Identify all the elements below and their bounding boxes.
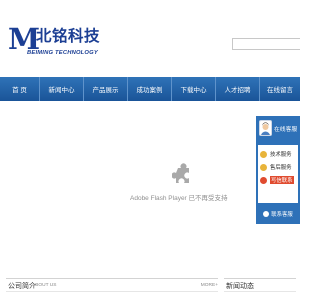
- avatar: [259, 120, 272, 136]
- service-item-label: 技术服务: [270, 152, 292, 158]
- news-title: 新闻动态: [226, 283, 254, 290]
- banner-flash-area: [0, 101, 300, 271]
- company-intro-panel: 公司简介 ABOUT US MORE+: [6, 278, 218, 300]
- news-body: [224, 291, 296, 302]
- nav-item-products[interactable]: 产品展示: [84, 77, 128, 101]
- contact-service-label: 联系客服: [271, 212, 293, 218]
- service-header: 在线客服: [256, 116, 300, 144]
- site-header: M 北铭科技 BEIMING TECHNOLOGY: [0, 0, 300, 74]
- news-panel: 新闻动态: [224, 278, 296, 300]
- company-intro-body: [6, 291, 218, 302]
- service-title: 在线客服: [274, 127, 298, 133]
- service-item-badge: 写信联系: [270, 176, 294, 184]
- nav-item-jobs[interactable]: 人才招聘: [216, 77, 260, 101]
- service-item-label: 售后服务: [270, 165, 292, 171]
- nav-item-news[interactable]: 新闻中心: [40, 77, 84, 101]
- nav-item-cases[interactable]: 成功案例: [128, 77, 172, 101]
- service-list: 技术服务 售后服务 写信联系: [258, 145, 298, 203]
- search-input[interactable]: [232, 38, 300, 50]
- qq-icon: [260, 163, 267, 171]
- service-item-tech[interactable]: 技术服务: [260, 149, 296, 159]
- more-link[interactable]: MORE+: [201, 283, 218, 288]
- company-intro-subtitle: ABOUT US: [32, 283, 57, 288]
- puzzle-piece-icon: [172, 163, 189, 183]
- logo-name-en: BEIMING TECHNOLOGY: [27, 50, 98, 56]
- flash-unsupported-message: Adobe Flash Player 已不再受支持: [130, 195, 228, 202]
- service-item-aftersales[interactable]: 售后服务: [260, 162, 296, 172]
- chat-icon: [263, 211, 270, 217]
- nav-item-home[interactable]: 首 页: [0, 77, 40, 101]
- service-item-qq[interactable]: 写信联系: [260, 175, 296, 185]
- logo-name-cn: 北铭科技: [36, 26, 101, 45]
- online-service-widget: 在线客服 技术服务 售后服务 写信联系 联系客服: [256, 116, 300, 224]
- nav-item-downloads[interactable]: 下载中心: [172, 77, 216, 101]
- nav-item-message[interactable]: 在线留言: [260, 77, 300, 101]
- qq-icon: [260, 150, 267, 158]
- contact-service-button[interactable]: 联系客服: [256, 207, 300, 221]
- main-nav: 首 页 新闻中心 产品展示 成功案例 下载中心 人才招聘 在线留言: [0, 77, 300, 101]
- logo[interactable]: M 北铭科技 BEIMING TECHNOLOGY: [8, 22, 118, 62]
- qq-icon: [260, 176, 267, 184]
